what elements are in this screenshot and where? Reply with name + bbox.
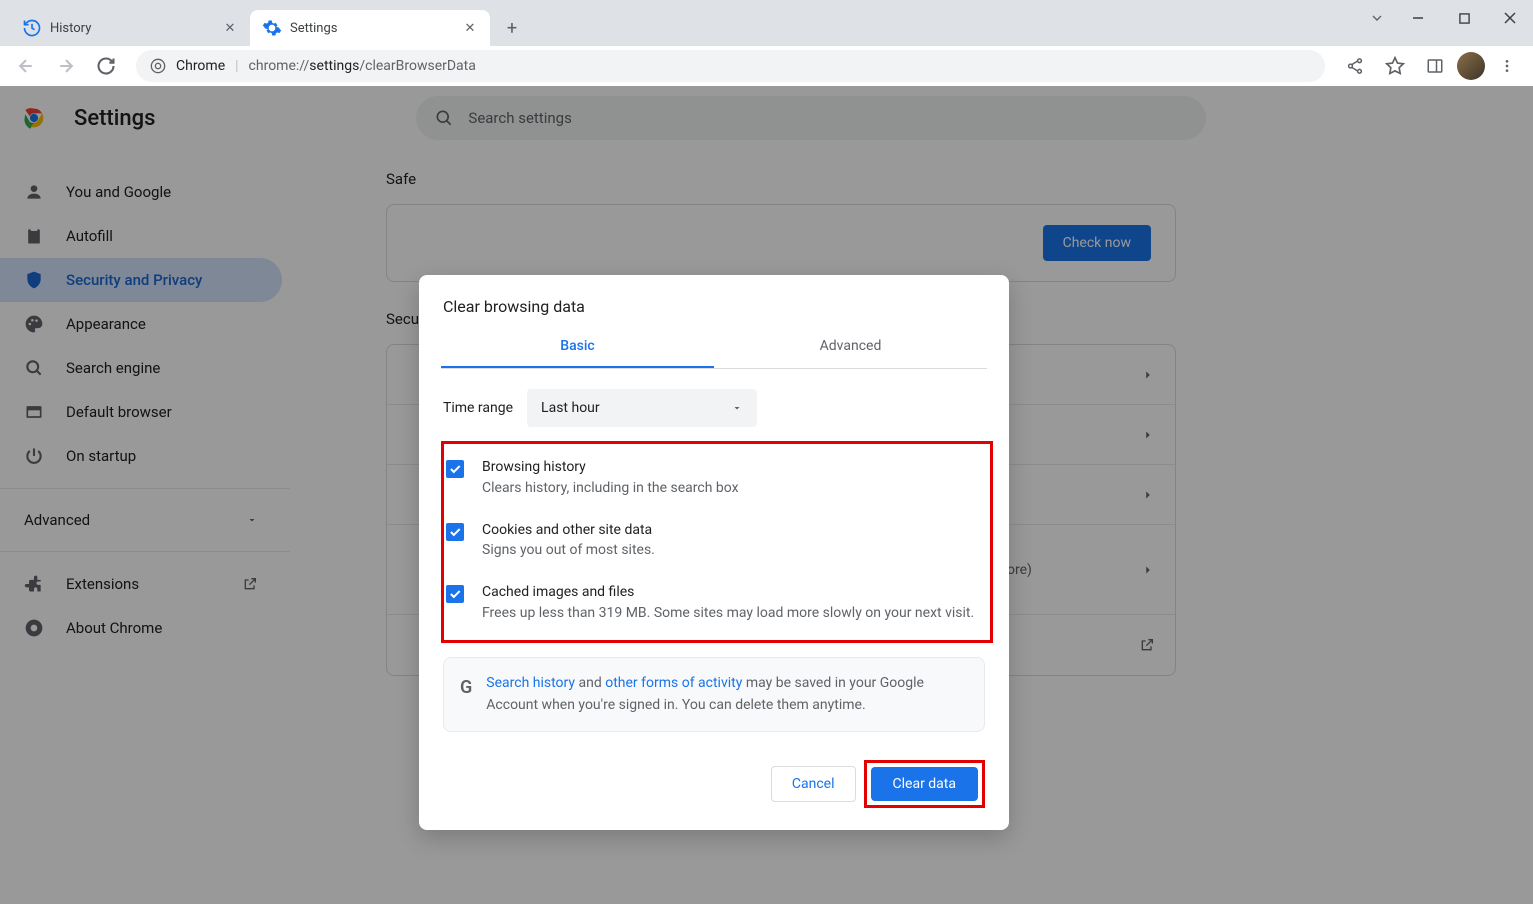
link-search-history[interactable]: Search history xyxy=(486,675,575,691)
tab-history-title: History xyxy=(50,21,91,36)
forward-button[interactable] xyxy=(48,48,84,84)
side-panel-icon xyxy=(1426,57,1444,75)
link-other-activity[interactable]: other forms of activity xyxy=(605,675,742,691)
cancel-button[interactable]: Cancel xyxy=(771,766,856,802)
time-range-row: Time range Last hour xyxy=(419,369,1009,437)
clear-browsing-data-dialog: Clear browsing data Basic Advanced Time … xyxy=(419,275,1009,830)
tab-strip: History ✕ Settings ✕ + xyxy=(0,0,1533,46)
dialog-tabs: Basic Advanced xyxy=(441,326,987,369)
time-range-select[interactable]: Last hour xyxy=(527,389,757,427)
option-browsing-history[interactable]: Browsing history Clears history, includi… xyxy=(446,448,986,511)
option-desc: Clears history, including in the search … xyxy=(482,478,986,499)
close-icon xyxy=(1504,12,1516,24)
option-desc: Signs you out of most sites. xyxy=(482,540,986,561)
chrome-menu-button[interactable] xyxy=(1489,48,1525,84)
omnibox-scheme: Chrome xyxy=(176,58,225,74)
profile-avatar[interactable] xyxy=(1457,52,1485,80)
browser-chrome: History ✕ Settings ✕ + Chrome | chrome:/… xyxy=(0,0,1533,86)
checkbox-browsing-history[interactable] xyxy=(446,460,464,478)
options-highlight: Browsing history Clears history, includi… xyxy=(441,441,993,643)
checkbox-cookies[interactable] xyxy=(446,523,464,541)
option-desc: Frees up less than 319 MB. Some sites ma… xyxy=(482,603,986,624)
reload-button[interactable] xyxy=(88,48,124,84)
window-close[interactable] xyxy=(1487,0,1533,36)
toolbar: Chrome | chrome://settings/clearBrowserD… xyxy=(0,46,1533,86)
dialog-actions: Cancel Clear data xyxy=(419,732,1009,830)
google-g-icon: G xyxy=(460,674,472,717)
history-icon xyxy=(22,18,42,38)
option-title: Browsing history xyxy=(482,458,986,478)
chrome-icon xyxy=(150,58,166,74)
arrow-left-icon xyxy=(16,56,36,76)
info-text: Search history and other forms of activi… xyxy=(486,672,968,717)
tab-history[interactable]: History ✕ xyxy=(10,10,250,46)
side-panel-button[interactable] xyxy=(1417,48,1453,84)
option-title: Cookies and other site data xyxy=(482,521,986,541)
tab-settings-close[interactable]: ✕ xyxy=(462,20,478,36)
window-maximize[interactable] xyxy=(1441,0,1487,36)
omnibox-url: chrome://settings/clearBrowserData xyxy=(249,58,476,74)
window-minimize[interactable] xyxy=(1395,0,1441,36)
time-range-value: Last hour xyxy=(541,400,600,416)
clear-data-button[interactable]: Clear data xyxy=(871,767,978,801)
check-icon xyxy=(448,587,462,601)
gear-icon xyxy=(262,18,282,38)
dialog-title: Clear browsing data xyxy=(419,275,1009,326)
clear-data-highlight: Clear data xyxy=(864,760,985,808)
reload-icon xyxy=(96,56,116,76)
address-bar[interactable]: Chrome | chrome://settings/clearBrowserD… xyxy=(136,50,1325,82)
tab-advanced[interactable]: Advanced xyxy=(714,326,987,368)
check-icon xyxy=(448,462,462,476)
omnibox-sep: | xyxy=(235,58,238,74)
arrow-right-icon xyxy=(56,56,76,76)
option-title: Cached images and files xyxy=(482,583,986,603)
option-cookies[interactable]: Cookies and other site data Signs you ou… xyxy=(446,511,986,574)
tab-settings-title: Settings xyxy=(290,21,337,36)
back-button[interactable] xyxy=(8,48,44,84)
check-icon xyxy=(448,525,462,539)
tab-search-button[interactable] xyxy=(1359,0,1395,36)
option-cache[interactable]: Cached images and files Frees up less th… xyxy=(446,573,986,636)
star-icon xyxy=(1385,56,1405,76)
minimize-icon xyxy=(1412,12,1424,24)
tab-settings[interactable]: Settings ✕ xyxy=(250,10,490,46)
time-range-label: Time range xyxy=(443,400,513,416)
maximize-icon xyxy=(1459,13,1470,24)
content-area: Settings Search settings You and Google … xyxy=(0,86,1533,904)
new-tab-button[interactable]: + xyxy=(498,14,526,42)
info-box: G Search history and other forms of acti… xyxy=(443,657,985,732)
chevron-down-icon xyxy=(1369,10,1385,26)
share-button[interactable] xyxy=(1337,48,1373,84)
checkbox-cache[interactable] xyxy=(446,585,464,603)
window-controls xyxy=(1359,0,1533,36)
tab-basic[interactable]: Basic xyxy=(441,326,714,368)
caret-down-icon xyxy=(731,402,743,414)
tab-history-close[interactable]: ✕ xyxy=(222,20,238,36)
dots-vertical-icon xyxy=(1499,58,1515,74)
bookmark-button[interactable] xyxy=(1377,48,1413,84)
share-icon xyxy=(1346,57,1364,75)
